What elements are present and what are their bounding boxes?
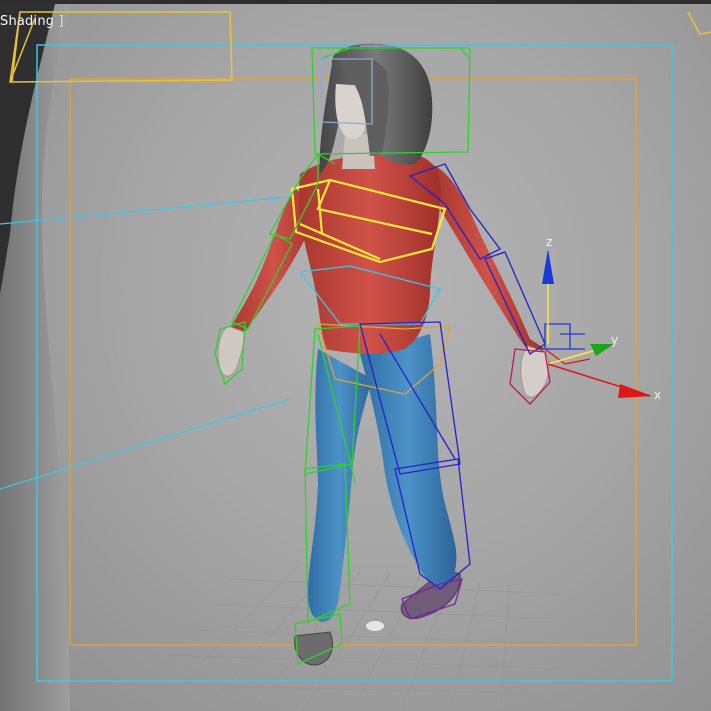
gizmo-arrow-z[interactable] [542, 249, 554, 284]
light-gizmo-topright [687, 11, 711, 35]
ground-marker [366, 621, 384, 631]
character-model[interactable] [217, 43, 550, 666]
hand-right [520, 345, 550, 398]
hand-left [217, 325, 245, 377]
leg-left [308, 349, 372, 622]
viewport-shading-label[interactable]: Shading ] [0, 14, 64, 29]
gizmo-plane-handles-red[interactable] [544, 348, 591, 365]
gizmo-label-y: y [611, 333, 618, 347]
arm-right [432, 164, 545, 356]
gizmo-label-z: z [546, 235, 552, 249]
gizmo-arrow-x[interactable] [618, 384, 652, 398]
gizmo-plane-handles[interactable] [544, 323, 585, 350]
leg-right [360, 334, 457, 586]
transform-gizmo[interactable]: z y x [542, 235, 661, 402]
gizmo-label-x: x [654, 388, 661, 402]
viewport-scene[interactable]: z y x [0, 4, 711, 711]
viewport-perspective[interactable]: z y x Shading ] [0, 0, 711, 711]
